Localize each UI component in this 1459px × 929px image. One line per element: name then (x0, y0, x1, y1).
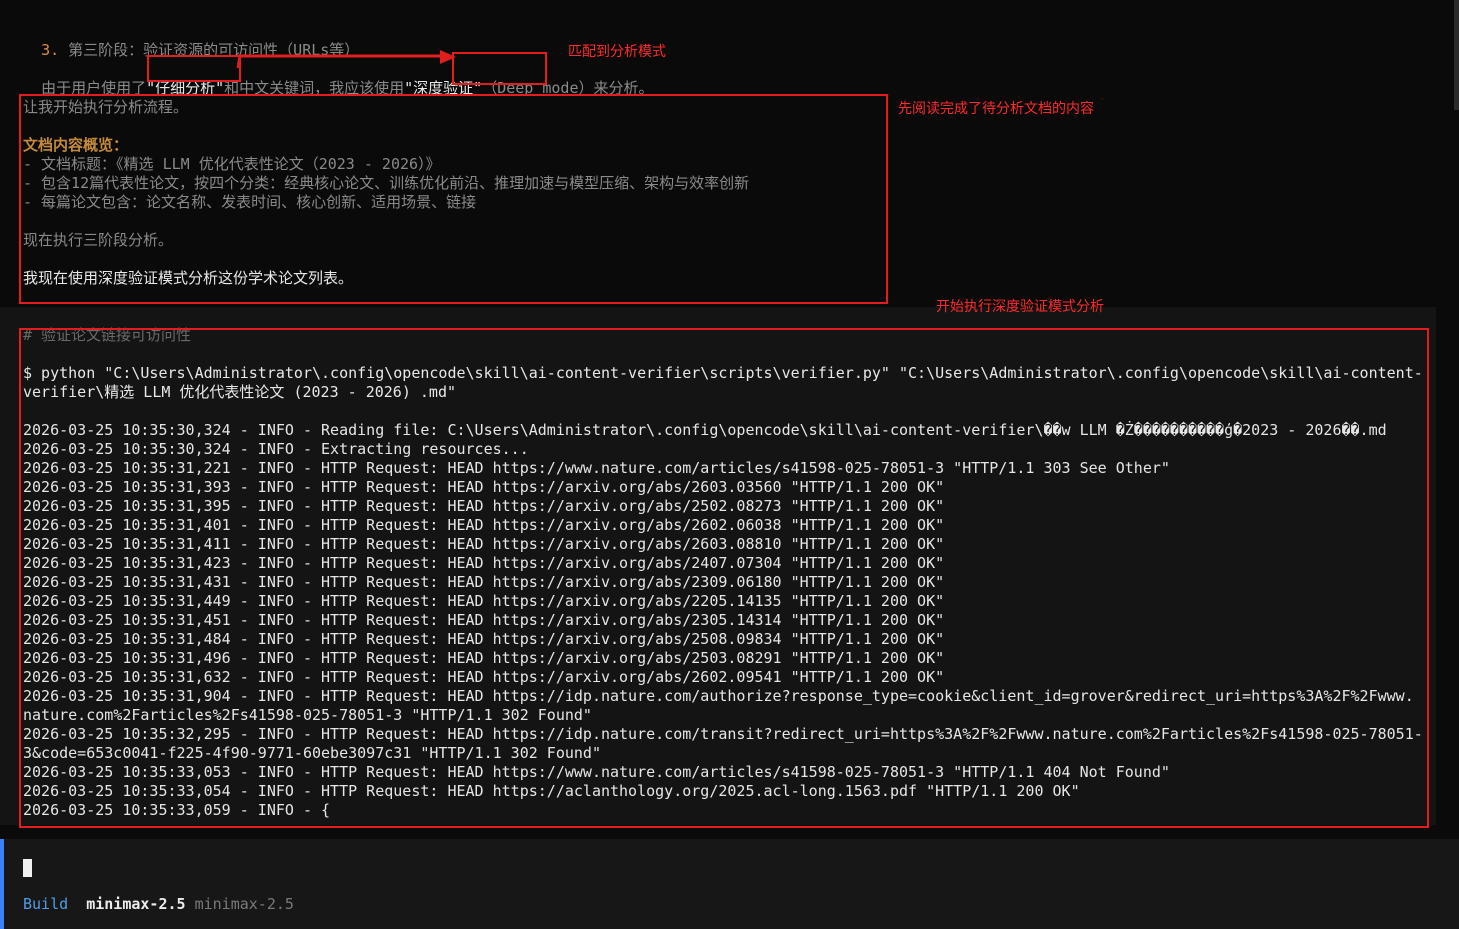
annotation-match-mode: 匹配到分析模式 (568, 44, 666, 60)
prompt-input-area[interactable]: Build minimax-2.5 minimax-2.5 (0, 839, 1459, 929)
highlight-plan-block (19, 94, 888, 304)
annotation-arrow-icon (236, 50, 456, 69)
model-name[interactable]: minimax-2.5 (86, 895, 185, 913)
highlight-deep-verify (452, 52, 547, 85)
status-bar: Build minimax-2.5 minimax-2.5 (23, 895, 294, 913)
annotation-start-deep: 开始执行深度验证模式分析 (936, 299, 1104, 315)
annotation-read-first: 先阅读完成了待分析文档的内容 (898, 101, 1094, 117)
highlight-tool-output (19, 328, 1429, 828)
model-name-secondary: minimax-2.5 (194, 895, 294, 913)
input-accent-bar (0, 839, 4, 929)
highlight-careful-analysis (147, 55, 241, 82)
scrollbar-thumb[interactable] (1454, 0, 1459, 110)
text-cursor (23, 859, 32, 877)
agent-mode-label[interactable]: Build (23, 895, 68, 913)
phase-number: 3. (41, 41, 60, 59)
